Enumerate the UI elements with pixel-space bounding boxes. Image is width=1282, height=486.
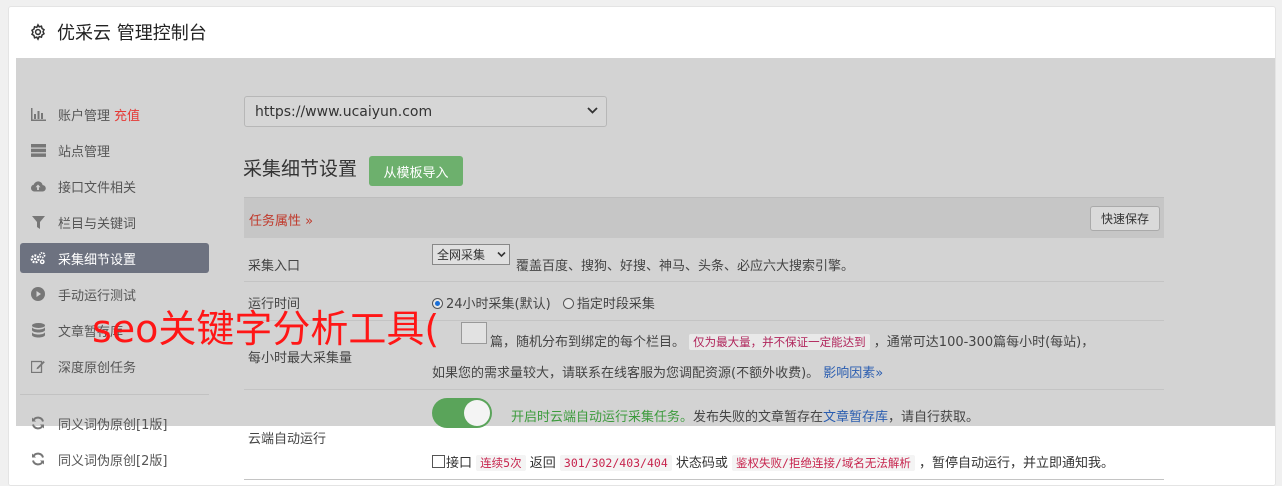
refresh-icon <box>30 451 46 467</box>
site-select-value: https://www.ucaiyun.com <box>255 103 433 120</box>
import-template-button[interactable]: 从模板导入 <box>369 156 463 186</box>
row-divider <box>244 389 1164 390</box>
refresh-icon <box>30 415 46 431</box>
sidebar-item-label: 同义词伪原创[1版] <box>58 417 168 433</box>
sidebar-item-label: 账户管理 <box>58 108 111 124</box>
filter-icon <box>30 214 46 230</box>
auto-pause-text-2: 返回 <box>529 456 556 471</box>
entry-select[interactable]: 全网采集 <box>432 244 510 265</box>
overlay-caption: seo关键字分析工具( <box>92 307 440 351</box>
bar-chart-icon <box>30 106 46 122</box>
factors-link[interactable]: 影响因素» <box>823 366 883 381</box>
edit-icon <box>30 358 46 374</box>
task-props-toggle[interactable]: 任务属性 » <box>249 210 313 229</box>
auto-pause-code-1: 连续5次 <box>476 455 526 471</box>
recharge-link[interactable]: 充值 <box>114 105 140 124</box>
row-divider <box>244 479 1164 480</box>
count-text-1: 篇，随机分布到绑定的每个栏目。 <box>490 335 686 350</box>
max-count-input[interactable] <box>461 322 487 344</box>
cloud-desc-3: ，请自行获取。 <box>888 410 980 425</box>
auto-pause-code-3: 鉴权失败/拒绝连接/域名无法解析 <box>732 455 915 471</box>
auto-pause-code-2: 301/302/403/404 <box>559 455 672 471</box>
row-divider <box>244 281 1164 282</box>
sidebar-item-interface[interactable]: 接口文件相关 <box>20 171 209 201</box>
page-header: 优采云 管理控制台 <box>9 7 1275 57</box>
sidebar-divider <box>20 394 209 395</box>
sidebar-item-label: 深度原创任务 <box>58 360 137 376</box>
cogs-icon <box>30 250 46 266</box>
count-text-2: ，通常可达100-300篇每小时(每站)， <box>873 335 1095 350</box>
server-icon <box>30 142 46 158</box>
auto-pause-checkbox[interactable] <box>432 455 445 468</box>
sidebar-item-label: 接口文件相关 <box>58 180 137 196</box>
sidebar-item-account[interactable]: 账户管理 充值 <box>20 99 209 129</box>
sidebar-item-label: 手动运行测试 <box>58 288 137 304</box>
site-select[interactable]: https://www.ucaiyun.com <box>244 96 607 127</box>
article-store-link[interactable]: 文章暂存库 <box>823 410 888 425</box>
database-icon <box>30 322 46 338</box>
cloud-desc: 开启时云端自动运行采集任务。发布失败的文章暂存在文章暂存库，请自行获取。 <box>511 406 979 425</box>
toggle-knob <box>464 400 490 426</box>
time-options: 24小时采集(默认) 指定时段采集 <box>432 293 655 312</box>
sidebar-item-collect-settings[interactable]: 采集细节设置 <box>20 243 209 273</box>
radio-scheduled[interactable] <box>562 298 574 309</box>
entry-label: 采集入口 <box>248 259 301 274</box>
sidebar-item-label: 同义词伪原创[2版] <box>58 453 168 469</box>
cloud-label: 云端自动运行 <box>248 432 327 447</box>
entry-select-value: 全网采集 <box>437 248 486 262</box>
gear-icon <box>31 23 45 41</box>
section-title: 采集细节设置 <box>243 158 358 180</box>
cloud-desc-on: 开启时云端自动运行采集任务。 <box>511 410 694 425</box>
cloud-upload-icon <box>30 178 46 194</box>
count-desc-line1: 篇，随机分布到绑定的每个栏目。 仅为最大量，并不保证一定能达到 ，通常可达100… <box>490 331 1094 350</box>
sidebar-item-label: 站点管理 <box>58 144 111 160</box>
count-note: 仅为最大量，并不保证一定能达到 <box>689 334 870 350</box>
sidebar-item-synonym-v1[interactable]: 同义词伪原创[1版] <box>20 408 209 438</box>
sidebar-item-manual-run[interactable]: 手动运行测试 <box>20 279 209 309</box>
chevron-down-icon <box>497 251 506 258</box>
auto-pause-text-4: ，暂停自动运行，并立即通知我。 <box>919 456 1115 471</box>
cloud-desc-2: 发布失败的文章暂存在 <box>693 410 824 425</box>
count-desc-line2: 如果您的需求量较大，请联系在线客服为您调配资源(不额外收费)。 影响因素» <box>432 362 883 381</box>
sidebar-item-label: 栏目与关键词 <box>58 216 137 232</box>
auto-pause-text-3: 状态码或 <box>675 456 728 471</box>
radio-scheduled-label: 指定时段采集 <box>576 297 655 312</box>
sidebar-item-synonym-v2[interactable]: 同义词伪原创[2版] <box>20 444 209 474</box>
cloud-run-toggle[interactable] <box>432 398 492 428</box>
task-props-header: 任务属性 » 快速保存 <box>244 197 1164 238</box>
radio-24h-label: 24小时采集(默认) <box>446 297 551 312</box>
auto-pause-option: 接口 连续5次 返回 301/302/403/404 状态码或 鉴权失败/拒绝连… <box>432 452 1114 471</box>
entry-desc: 覆盖百度、搜狗、好搜、神马、头条、必应六大搜索引擎。 <box>516 259 855 274</box>
page-title: 优采云 管理控制台 <box>57 23 207 44</box>
play-circle-icon <box>30 286 46 302</box>
chevron-down-icon <box>587 107 598 114</box>
sidebar-item-categories[interactable]: 栏目与关键词 <box>20 207 209 237</box>
sidebar-item-deep-original[interactable]: 深度原创任务 <box>20 351 209 381</box>
sidebar-item-sites[interactable]: 站点管理 <box>20 135 209 165</box>
auto-pause-text-1: 接口 <box>446 456 473 471</box>
sidebar-item-label: 采集细节设置 <box>58 252 137 268</box>
quick-save-button[interactable]: 快速保存 <box>1090 206 1160 231</box>
count-text-3: 如果您的需求量较大，请联系在线客服为您调配资源(不额外收费)。 <box>432 366 820 381</box>
